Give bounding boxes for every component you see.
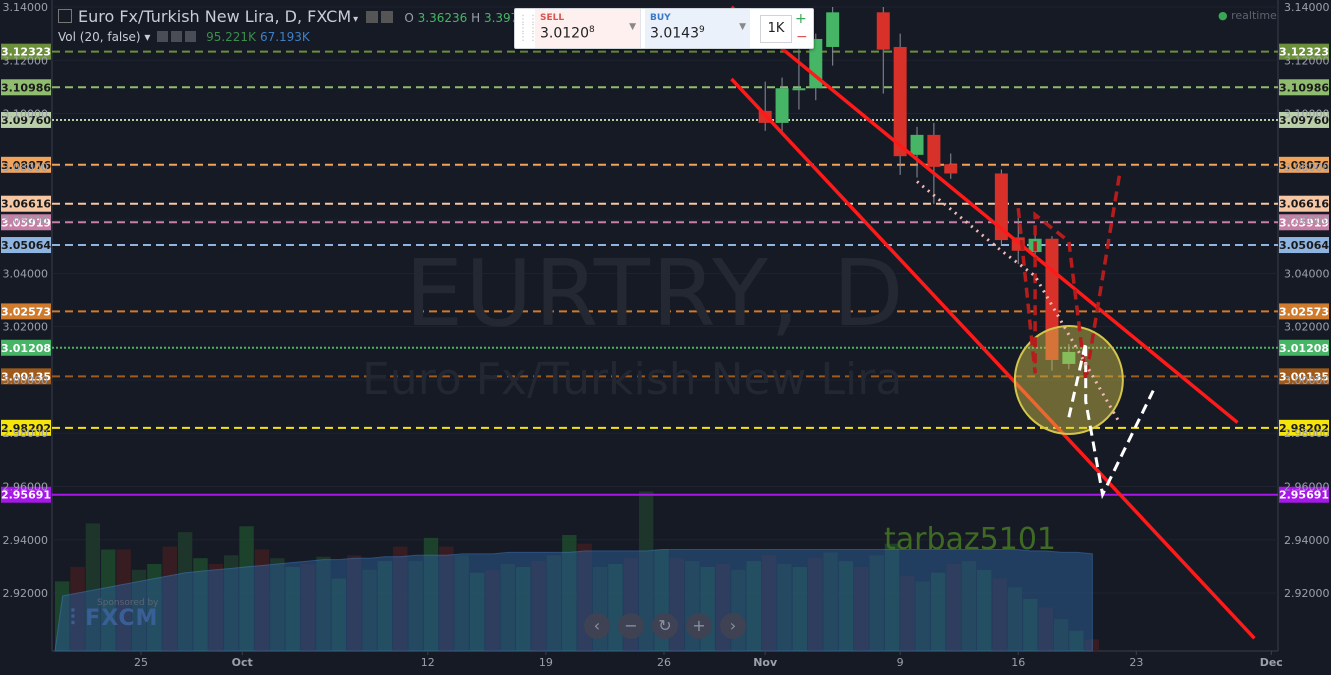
author-tag: tarbaz5101 — [884, 522, 1057, 557]
zoom-in-button[interactable]: + — [686, 613, 712, 639]
y-tick-label-right: 3.02000 — [1284, 321, 1330, 334]
y-tick-label-left: 2.92000 — [3, 587, 49, 600]
y-tick-label-left: 3.12000 — [3, 54, 49, 67]
level-label-left: 3.01208 — [1, 342, 51, 355]
x-tick-label: 12 — [421, 656, 435, 669]
chevron-down-icon[interactable]: ▼ — [739, 22, 746, 32]
y-tick-label-right: 3.10000 — [1284, 108, 1330, 121]
zoom-out-button[interactable]: − — [618, 613, 644, 639]
volume-legend: Vol (20, false) ▾ 95.221K 67.193K — [58, 30, 310, 44]
realtime-status: ● realtime — [1218, 9, 1277, 22]
x-tick-label: 16 — [1011, 656, 1025, 669]
candle-down — [927, 134, 941, 167]
gear-icon[interactable] — [171, 31, 183, 42]
level-label-right: 3.05064 — [1279, 239, 1329, 252]
level-label-right: 3.02573 — [1279, 305, 1329, 318]
y-tick-label-right: 3.14000 — [1284, 1, 1330, 14]
x-tick-label: 19 — [539, 656, 553, 669]
x-tick-label: Oct — [232, 656, 253, 669]
y-tick-label-left: 3.00000 — [3, 374, 49, 387]
volume-ma-value: 67.193K — [259, 30, 310, 44]
instrument-watermark: Euro Fx/Turkish New Lira — [362, 354, 903, 405]
level-label-right: 3.01208 — [1279, 342, 1329, 355]
y-tick-label-left: 3.02000 — [3, 321, 49, 334]
y-tick-label-right: 2.92000 — [1284, 587, 1330, 600]
y-tick-label-left: 3.10000 — [3, 108, 49, 121]
close-icon[interactable] — [185, 31, 197, 42]
level-label-left: 3.05064 — [1, 239, 51, 252]
x-tick-label: Dec — [1260, 656, 1283, 669]
reset-chart-button[interactable]: ↻ — [652, 613, 678, 639]
decrease-quantity-button[interactable]: − — [796, 29, 808, 45]
chevron-down-icon[interactable]: ▼ — [629, 22, 636, 32]
y-tick-label-left: 3.14000 — [3, 1, 49, 14]
level-label-left: 3.06616 — [1, 198, 51, 211]
eye-icon[interactable] — [157, 31, 169, 42]
y-tick-label-right: 2.94000 — [1284, 534, 1330, 547]
scroll-left-button[interactable]: ‹ — [584, 613, 610, 639]
y-tick-label-right: 3.08000 — [1284, 161, 1330, 174]
symbol-title[interactable]: Euro Fx/Turkish New Lira, D, FXCM — [78, 7, 351, 26]
sell-button[interactable]: SELL 3.01208 ▼ — [535, 9, 641, 48]
scroll-right-button[interactable]: › — [720, 613, 746, 639]
sell-price: 3.01208 — [540, 25, 595, 42]
chart-header: Euro Fx/Turkish New Lira, D, FXCM ▾ O 3.3… — [58, 7, 518, 26]
candle-up — [910, 134, 924, 155]
volume-label[interactable]: Vol (20, false) — [58, 30, 141, 44]
y-tick-label-left: 2.94000 — [3, 534, 49, 547]
settings-icon[interactable] — [366, 11, 379, 23]
y-tick-label-left: 2.96000 — [3, 480, 49, 493]
level-label-left: 3.10986 — [1, 81, 51, 94]
candle-up — [792, 88, 806, 91]
ohlc-readout: O 3.36236 H 3.397 — [404, 11, 519, 25]
sell-label: SELL — [540, 13, 565, 23]
symbol-watermark: EURTRY, D — [405, 240, 906, 347]
x-tick-label: 25 — [134, 656, 148, 669]
candle-up — [826, 12, 840, 47]
chevron-down-icon: ▾ — [140, 30, 151, 44]
level-label-left: 3.02573 — [1, 305, 51, 318]
candle-up — [775, 88, 789, 123]
buy-label: BUY — [650, 13, 671, 23]
candle-down — [876, 12, 890, 50]
y-tick-label-right: 2.98000 — [1284, 427, 1330, 440]
y-tick-label-left: 3.04000 — [3, 267, 49, 280]
collapse-icon[interactable] — [58, 9, 72, 23]
increase-quantity-button[interactable]: + — [795, 11, 807, 27]
y-tick-label-right: 3.04000 — [1284, 267, 1330, 280]
level-label-right: 3.10986 — [1279, 81, 1329, 94]
x-tick-label: 23 — [1129, 656, 1143, 669]
chevron-down-icon[interactable]: ▾ — [353, 14, 358, 25]
quantity-field[interactable]: 1K — [760, 15, 792, 43]
y-tick-label-right: 3.06000 — [1284, 214, 1330, 227]
fxcm-logo: ⫶ FXCM — [70, 606, 159, 631]
level-label-right: 3.06616 — [1279, 198, 1329, 211]
y-tick-label-right: 3.00000 — [1284, 374, 1330, 387]
drag-handle-icon[interactable]: ⋮⋮ ⋮⋮ ⋮⋮ — [518, 15, 538, 43]
y-tick-label-left: 3.08000 — [3, 161, 49, 174]
x-tick-label: 9 — [897, 656, 904, 669]
y-tick-label-left: 2.98000 — [3, 427, 49, 440]
buy-price: 3.01439 — [650, 25, 705, 42]
buy-button[interactable]: BUY 3.01439 ▼ — [645, 9, 750, 48]
gear-icon[interactable] — [381, 11, 394, 23]
volume-value: 95.221K — [206, 30, 256, 44]
trade-panel: ⋮⋮ ⋮⋮ ⋮⋮ SELL 3.01208 ▼ BUY 3.01439 ▼ 1K +… — [514, 8, 814, 49]
y-tick-label-left: 3.06000 — [3, 214, 49, 227]
candle-down — [944, 164, 958, 174]
y-tick-label-right: 3.12000 — [1284, 54, 1330, 67]
y-tick-label-right: 2.96000 — [1284, 480, 1330, 493]
x-tick-label: Nov — [753, 656, 778, 669]
x-tick-label: 26 — [657, 656, 671, 669]
